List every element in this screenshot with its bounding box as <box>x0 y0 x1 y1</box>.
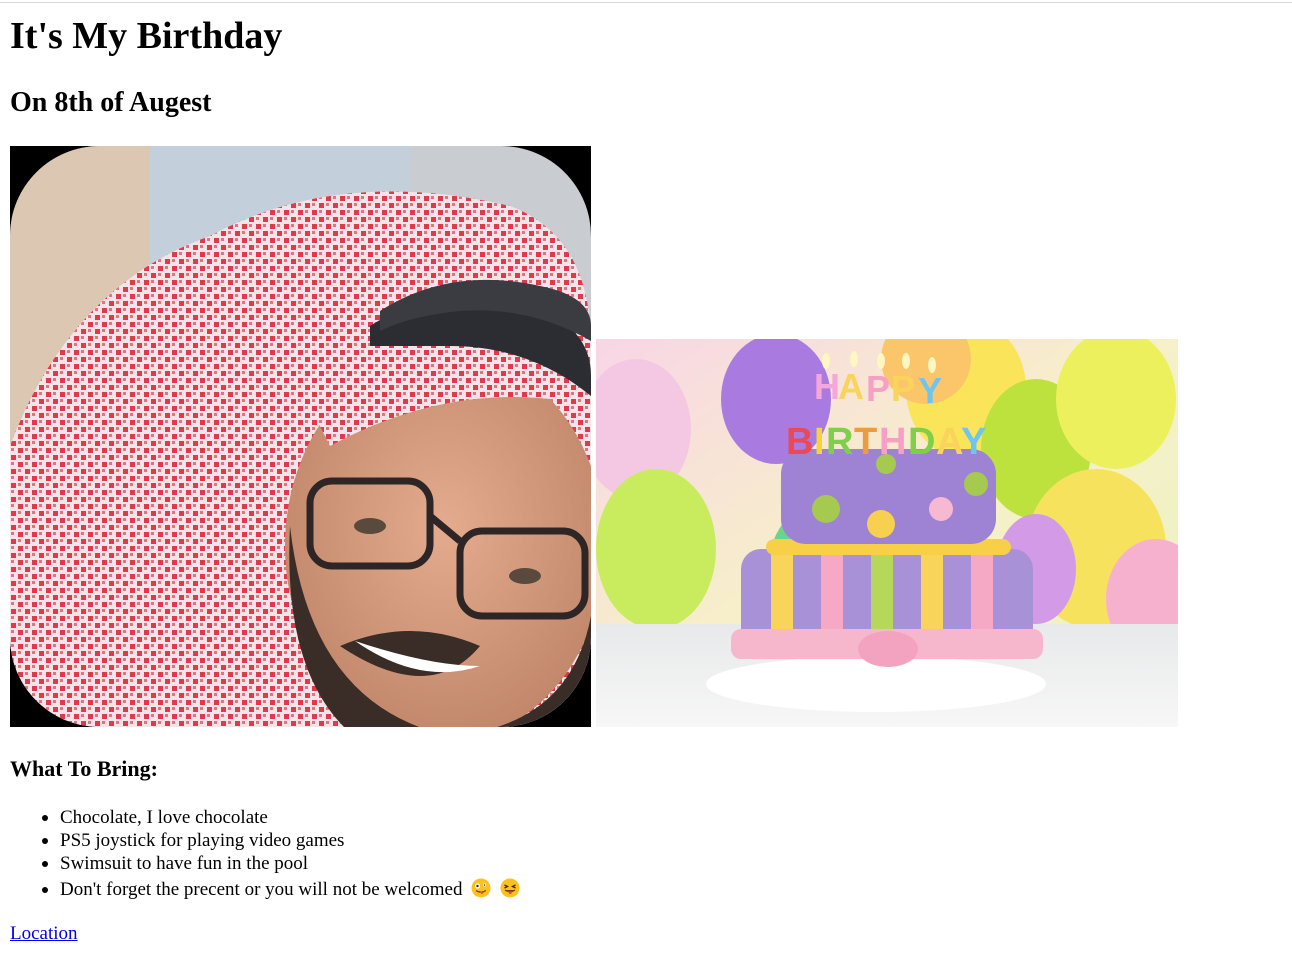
image-row: H A P P Y B I R T H D A Y <box>10 146 1180 727</box>
svg-text:I: I <box>814 421 825 463</box>
bring-list: Chocolate, I love chocolate PS5 joystick… <box>10 806 520 905</box>
page-subtitle: On 8th of Augest <box>10 87 212 118</box>
bullet-icon <box>42 815 48 821</box>
bullet-icon <box>42 861 48 867</box>
page-title: It's My Birthday <box>10 15 283 57</box>
bullet-icon <box>42 887 48 893</box>
list-item: Don't forget the precent or you will not… <box>10 875 520 905</box>
svg-text:Y: Y <box>918 370 942 411</box>
svg-text:P: P <box>891 368 915 409</box>
svg-text:R: R <box>826 421 853 463</box>
list-item-text: Don't forget the precent or you will not… <box>60 879 463 900</box>
zany-face-emoji-icon <box>471 878 491 898</box>
list-item-text: Chocolate, I love chocolate <box>60 807 268 828</box>
svg-text:H: H <box>879 421 906 463</box>
bullet-icon <box>42 838 48 844</box>
list-item: Swimsuit to have fun in the pool <box>10 852 520 875</box>
list-item: Chocolate, I love chocolate <box>10 806 520 829</box>
list-item-text: Swimsuit to have fun in the pool <box>60 853 309 874</box>
list-item-text: PS5 joystick for playing video games <box>60 830 345 851</box>
portrait-image <box>10 146 591 727</box>
svg-text:B: B <box>786 421 813 463</box>
svg-text:A: A <box>838 366 864 407</box>
svg-text:D: D <box>908 421 935 463</box>
svg-text:P: P <box>866 368 890 409</box>
svg-text:T: T <box>854 421 877 463</box>
svg-text:Y: Y <box>961 421 986 463</box>
tongue-out-face-emoji-icon <box>500 878 520 898</box>
browser-top-border <box>0 2 1292 3</box>
location-link[interactable]: Location <box>10 922 78 946</box>
bring-heading: What To Bring: <box>10 756 158 781</box>
list-item: PS5 joystick for playing video games <box>10 829 520 852</box>
svg-text:A: A <box>936 421 963 463</box>
cake-image: H A P P Y B I R T H D A Y <box>596 339 1178 727</box>
svg-text:H: H <box>814 366 840 407</box>
